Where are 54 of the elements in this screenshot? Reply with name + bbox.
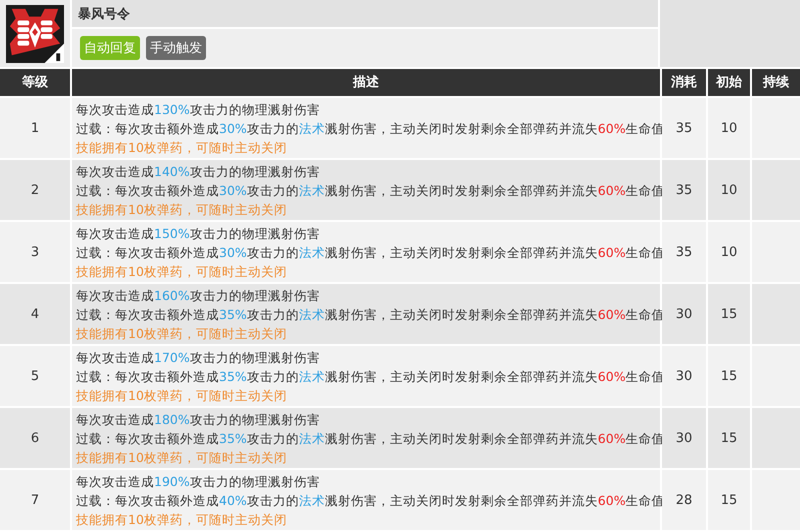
level-cell: 2 — [0, 160, 70, 220]
description-line: 技能拥有10枚弹药，可随时主动关闭 — [76, 138, 287, 156]
description-line: 过载：每次攻击额外造成30%攻击力的法术溅射伤害，主动关闭时发射剩余全部弹药并流失60%生命值 — [76, 244, 665, 262]
description-line: 技能拥有10枚弹药，可随时主动关闭 — [76, 262, 287, 280]
skill-tag: 自动回复 — [80, 36, 140, 60]
description-line: 过载：每次攻击额外造成30%攻击力的法术溅射伤害，主动关闭时发射剩余全部弹药并流失60%生命值 — [76, 120, 665, 138]
empty-cell — [752, 408, 800, 468]
initial-cell: 10 — [708, 160, 750, 220]
column-header: 持续 — [752, 69, 800, 96]
cost-cell: 30 — [662, 346, 706, 406]
skill-tag: 手动触发 — [146, 36, 206, 60]
level-cell: 4 — [0, 284, 70, 344]
description-line: 过载：每次攻击额外造成35%攻击力的法术溅射伤害，主动关闭时发射剩余全部弹药并流失60%生命值 — [76, 430, 665, 448]
initial-cell: 10 — [708, 222, 750, 282]
level-cell: 6 — [0, 408, 70, 468]
level-cell: 1 — [0, 98, 70, 158]
description-line: 过载：每次攻击额外造成30%攻击力的法术溅射伤害，主动关闭时发射剩余全部弹药并流失60%生命值 — [76, 182, 665, 200]
column-header: 初始 — [708, 69, 750, 96]
description-line: 过载：每次攻击额外造成40%攻击力的法术溅射伤害，主动关闭时发射剩余全部弹药并流失60%生命值 — [76, 492, 665, 510]
level-cell: 7 — [0, 470, 70, 530]
description-line: 每次攻击造成170%攻击力的物理溅射伤害 — [76, 348, 320, 366]
empty-cell — [752, 160, 800, 220]
cost-cell: 30 — [662, 408, 706, 468]
description-line: 每次攻击造成130%攻击力的物理溅射伤害 — [76, 100, 320, 118]
description-line: 每次攻击造成160%攻击力的物理溅射伤害 — [76, 286, 320, 304]
empty-cell — [752, 284, 800, 344]
description-line: 每次攻击造成150%攻击力的物理溅射伤害 — [76, 224, 320, 242]
cost-cell: 35 — [662, 222, 706, 282]
skill-emblem-drawing — [6, 4, 64, 62]
description-line: 过载：每次攻击额外造成35%攻击力的法术溅射伤害，主动关闭时发射剩余全部弹药并流失60%生命值 — [76, 368, 665, 386]
description-line: 每次攻击造成180%攻击力的物理溅射伤害 — [76, 410, 320, 428]
cost-cell: 35 — [662, 160, 706, 220]
level-cell: 5 — [0, 346, 70, 406]
column-header: 等级 — [0, 69, 70, 96]
initial-cell: 10 — [708, 98, 750, 158]
column-header: 消耗 — [662, 69, 706, 96]
initial-cell: 15 — [708, 408, 750, 468]
cost-cell: 28 — [662, 470, 706, 530]
column-header: 描述 — [72, 69, 660, 96]
description-line: 技能拥有10枚弹药，可随时主动关闭 — [76, 510, 287, 528]
description-line: 技能拥有10枚弹药，可随时主动关闭 — [76, 324, 287, 342]
cost-cell: 35 — [662, 98, 706, 158]
description-line: 技能拥有10枚弹药，可随时主动关闭 — [76, 386, 287, 404]
initial-cell: 15 — [708, 346, 750, 406]
description-line: 技能拥有10枚弹药，可随时主动关闭 — [76, 448, 287, 466]
initial-cell: 15 — [708, 284, 750, 344]
skill-name: 暴风号令 — [78, 6, 130, 22]
description-line: 技能拥有10枚弹药，可随时主动关闭 — [76, 200, 287, 218]
level-cell: 3 — [0, 222, 70, 282]
description-line: 每次攻击造成140%攻击力的物理溅射伤害 — [76, 162, 320, 180]
cost-cell: 30 — [662, 284, 706, 344]
description-line: 每次攻击造成190%攻击力的物理溅射伤害 — [76, 472, 320, 490]
description-line: 过载：每次攻击额外造成35%攻击力的法术溅射伤害，主动关闭时发射剩余全部弹药并流失60%生命值 — [76, 306, 665, 324]
initial-cell: 15 — [708, 470, 750, 530]
